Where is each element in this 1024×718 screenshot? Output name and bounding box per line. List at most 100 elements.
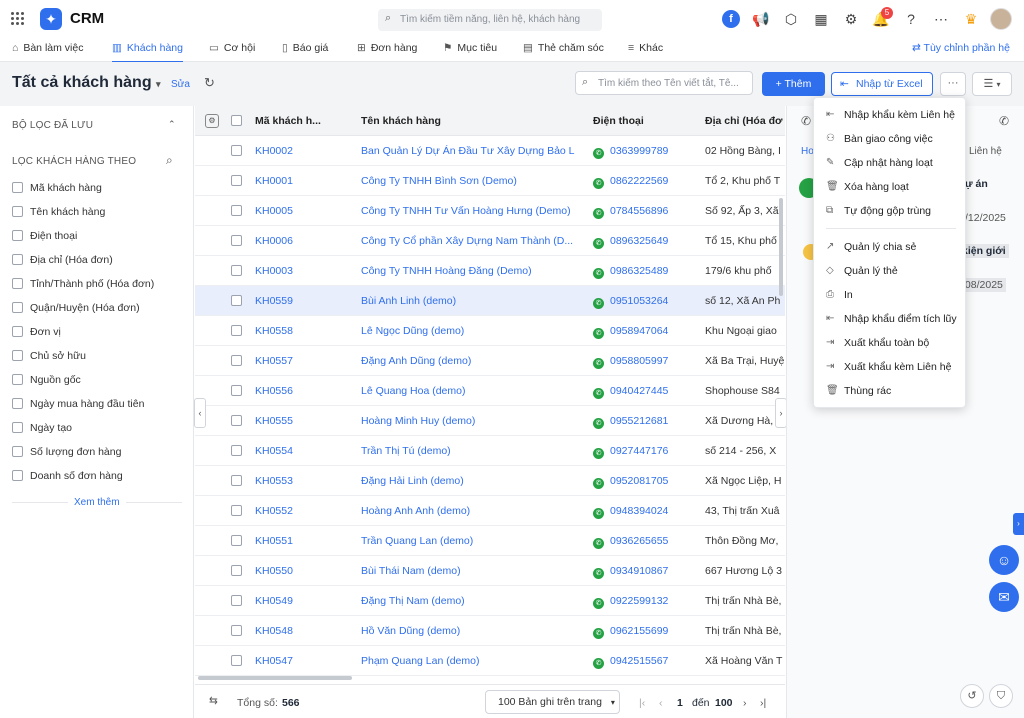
checkbox[interactable] [12,374,23,385]
menu-item-export-with-contacts[interactable]: ⇥ Xuất khẩu kèm Liên hệ [814,356,967,378]
filter-option[interactable]: Tên khách hàng [12,206,105,218]
row-checkbox[interactable] [231,385,242,396]
menu-item-tags[interactable]: ◇ Quản lý thẻ [814,260,967,282]
whatsapp-icon[interactable]: ✆ [593,598,604,609]
import-excel-button[interactable]: ⇤ Nhập từ Excel [831,72,933,96]
customer-phone[interactable]: ✆ 0862222569 [593,175,693,189]
customer-name[interactable]: Bùi Anh Linh (demo) [361,295,575,307]
whatsapp-icon[interactable]: ✆ [593,358,604,369]
filter-option[interactable]: Địa chỉ (Hóa đơn) [12,254,113,266]
avatar[interactable] [990,8,1012,30]
row-checkbox[interactable] [231,175,242,186]
whatsapp-icon[interactable]: ✆ [593,478,604,489]
customer-name[interactable]: Hoàng Minh Huy (demo) [361,415,575,427]
whatsapp-icon[interactable]: ✆ [593,628,604,639]
customer-phone[interactable]: ✆ 0958947064 [593,325,693,339]
filter-option[interactable]: Chủ sở hữu [12,350,86,362]
table-row[interactable]: KH0553 Đặng Hải Linh (demo) ✆ 0952081705 Xã … [195,466,785,496]
checkbox[interactable] [12,398,23,409]
whatsapp-icon[interactable]: ✆ [593,508,604,519]
customer-code[interactable]: KH0548 [255,625,345,637]
whatsapp-icon[interactable]: ✆ [593,298,604,309]
customer-phone[interactable]: ✆ 0927447176 [593,445,693,459]
customer-name[interactable]: Trần Quang Lan (demo) [361,535,575,547]
filter-option[interactable]: Đơn vị [12,326,61,338]
filter-option[interactable]: Điện thoại [12,230,77,242]
header-phone[interactable]: Điện thoại [593,115,644,127]
menu-item-auto-merge[interactable]: ⧉ Tự động gộp trùng [814,200,967,222]
customer-code[interactable]: KH0552 [255,505,345,517]
customer-name[interactable]: Công Ty TNHH Hoàng Đăng (Demo) [361,265,575,277]
customer-phone[interactable]: ✆ 0934910867 [593,565,693,579]
filter-option[interactable]: Mã khách hàng [12,182,102,194]
view-selector[interactable]: Tất cả khách hàng ▾ [12,74,161,92]
customer-phone[interactable]: ✆ 0922599132 [593,595,693,609]
customer-name[interactable]: Công Ty TNHH Tư Vấn Hoàng Hưng (Demo) [361,205,575,217]
horizontal-scrollbar[interactable] [198,676,352,680]
filter-icon[interactable]: ⛉ [989,684,1013,708]
table-row[interactable]: KH0006 Công Ty Cổ phần Xây Dựng Nam Thành… [195,226,785,256]
menu-item-bulk-update[interactable]: ✎ Cập nhật hàng loạt [814,152,967,174]
menu-item-import-points[interactable]: ⇤ Nhập khẩu điểm tích lũy [814,308,967,330]
customer-code[interactable]: KH0557 [255,355,345,367]
customer-code[interactable]: KH0551 [255,535,345,547]
customer-phone[interactable]: ✆ 0948394024 [593,505,693,519]
whatsapp-icon[interactable]: ✆ [593,268,604,279]
row-checkbox[interactable] [231,655,242,666]
header-code[interactable]: Mã khách h... [255,115,321,127]
table-row[interactable]: KH0550 Bùi Thái Nam (demo) ✆ 0934910867 667 … [195,556,785,586]
whatsapp-icon[interactable]: ✆ [593,658,604,669]
nav-item-goals[interactable]: ⚑ Mục tiêu [443,42,497,54]
tab-history[interactable]: Ho [801,146,814,157]
add-customer-button[interactable]: + Thêm [762,72,825,96]
side-drawer-toggle[interactable]: › [1013,513,1024,535]
customer-code[interactable]: KH0006 [255,235,345,247]
customer-phone[interactable]: ✆ 0896325649 [593,235,693,249]
next-page-icon[interactable]: › [743,697,747,709]
table-row[interactable]: KH0549 Đặng Thị Nam (demo) ✆ 0922599132 Thị … [195,586,785,616]
table-row[interactable]: KH0554 Trần Thị Tú (demo) ✆ 0927447176 số 21… [195,436,785,466]
customer-code[interactable]: KH0005 [255,205,345,217]
table-row[interactable]: KH0552 Hoàng Anh Anh (demo) ✆ 0948394024 43,… [195,496,785,526]
table-row[interactable]: KH0556 Lê Quang Hoa (demo) ✆ 0940427445 Shop… [195,376,785,406]
customer-name[interactable]: Hoàng Anh Anh (demo) [361,505,575,517]
prev-page-icon[interactable]: ‹ [659,697,663,709]
customer-code[interactable]: KH0555 [255,415,345,427]
nav-item-orders[interactable]: ⊞ Đơn hàng [357,42,417,54]
menu-item-trash[interactable]: 🗑 Thùng rác [814,380,967,402]
customer-code[interactable]: KH0556 [255,385,345,397]
customer-code[interactable]: KH0553 [255,475,345,487]
whatsapp-icon[interactable]: ✆ [593,208,604,219]
nav-item-opportunities[interactable]: ▭ Cơ hội [209,42,255,54]
select-all-checkbox[interactable] [231,115,242,126]
customer-phone[interactable]: ✆ 0962155699 [593,625,693,639]
calendar-icon[interactable]: ▦ [812,10,830,28]
whatsapp-icon[interactable]: ✆ [593,568,604,579]
row-checkbox[interactable] [231,595,242,606]
saved-filters-heading[interactable]: BỘ LỌC ĐÃ LƯU [12,120,93,131]
customer-name[interactable]: Ban Quản Lý Dự Án Đầu Tư Xây Dựng Bảo L.… [361,145,575,157]
more-actions-button[interactable]: ··· [940,72,966,96]
row-checkbox[interactable] [231,445,242,456]
nav-item-other[interactable]: ≡ Khác [628,42,663,54]
customize-modules-link[interactable]: ⇄ Tùy chỉnh phần hệ [912,42,1010,54]
app-launcher-icon[interactable] [11,12,25,26]
nav-item-customers[interactable]: ▥ Khách hàng [112,42,183,63]
customer-code[interactable]: KH0549 [255,595,345,607]
row-checkbox[interactable] [231,145,242,156]
customer-phone[interactable]: ✆ 0942515567 [593,655,693,669]
header-address[interactable]: Địa chỉ (Hóa đơ [705,115,782,127]
see-more-link[interactable]: Xem thêm [74,497,120,508]
menu-item-handover[interactable]: ⚇ Bàn giao công việc [814,128,967,150]
row-checkbox[interactable] [231,295,242,306]
box-icon[interactable]: ⬡ [782,10,800,28]
customer-code[interactable]: KH0003 [255,265,345,277]
customer-phone[interactable]: ✆ 0955212681 [593,415,693,429]
table-row[interactable]: KH0557 Đặng Anh Dũng (demo) ✆ 0958805997 Xã … [195,346,785,376]
phone-icon[interactable]: ✆ [801,114,811,128]
customer-phone[interactable]: ✆ 0986325489 [593,265,693,279]
gear-icon[interactable]: ⚙ [842,10,860,28]
table-row[interactable]: KH0005 Công Ty TNHH Tư Vấn Hoàng Hưng (De… [195,196,785,226]
refresh-icon[interactable]: ↻ [204,75,215,91]
customer-name[interactable]: Hồ Văn Dũng (demo) [361,625,575,637]
